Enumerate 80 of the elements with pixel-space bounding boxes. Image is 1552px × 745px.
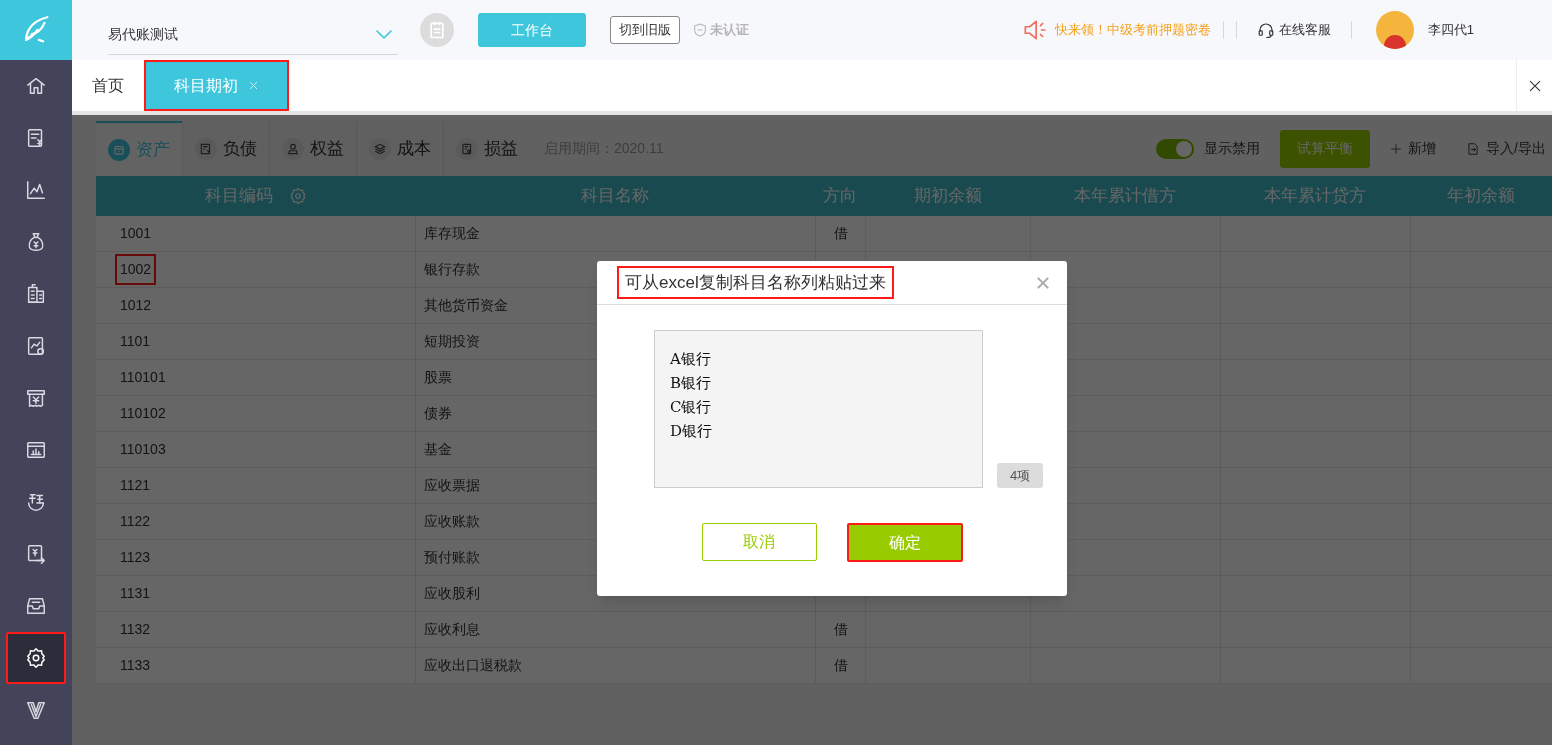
promo-link[interactable]: 快来领！中级考前押题密卷 (1054, 20, 1211, 40)
count-badge: 4项 (997, 463, 1043, 488)
name-cell-text: 基金 (424, 440, 452, 459)
line-chart-icon (25, 179, 47, 201)
column-header: 本年累计贷方 (1264, 185, 1366, 208)
shield-icon (692, 22, 708, 38)
v-logo-icon (25, 699, 47, 721)
document-icon (456, 137, 478, 160)
report-icon (25, 335, 47, 357)
chevron-down-icon (376, 29, 392, 40)
confirm-button[interactable]: 确定 (846, 523, 963, 562)
code-cell-text: 1001 (120, 224, 152, 243)
direction-cell-text: 借 (833, 224, 848, 243)
code-cell-text: 1131 (120, 584, 151, 603)
safe-icon (108, 138, 130, 161)
direction-cell-text: 借 (833, 656, 848, 675)
name-cell-text: 银行存款 (424, 260, 480, 279)
tax-icon (25, 491, 47, 513)
cancel-button[interactable]: 取消 (701, 523, 817, 561)
name-cell-text: 库存现金 (424, 224, 480, 243)
add-button[interactable]: 新增 (1390, 138, 1437, 159)
code-cell-text: 110101 (120, 368, 166, 387)
avatar[interactable] (1375, 11, 1414, 49)
code-cell-text: 1122 (120, 512, 151, 531)
workbench-button[interactable]: 工作台 (478, 13, 586, 47)
home-icon (25, 75, 47, 97)
code-cell-text: 1133 (120, 656, 151, 675)
name-cell-text: 其他货币资金 (424, 296, 508, 315)
name-cell-text: 应收账款 (424, 512, 480, 531)
column-header: 科目编码 (204, 185, 273, 208)
code-cell-text: 1121 (120, 476, 151, 495)
receipt-icon (25, 387, 47, 409)
name-cell-text: 债券 (424, 404, 452, 423)
column-header: 科目名称 (581, 185, 649, 208)
code-cell-text: 1101 (120, 332, 151, 351)
building-icon (25, 283, 47, 305)
support-link[interactable]: 在线客服 (1278, 20, 1331, 40)
code-cell-text: 110103 (120, 440, 166, 459)
name-cell-text: 应收股利 (424, 584, 480, 603)
code-cell-text: 1132 (120, 620, 151, 639)
close-icon (1035, 274, 1051, 291)
import-icon (1466, 141, 1481, 156)
column-header: 年初余额 (1447, 185, 1515, 208)
name-cell-text: 应收票据 (424, 476, 480, 495)
certification-status: 未认证 (710, 21, 749, 40)
name-cell-text: 股票 (424, 368, 452, 387)
name-cell-text: 应收利息 (424, 620, 480, 639)
old-version-button[interactable]: 切到旧版 (610, 16, 680, 44)
tray-icon (25, 595, 47, 617)
company-select[interactable]: 易代账测试 (108, 15, 398, 55)
trial-balance-button[interactable]: 试算平衡 (1280, 129, 1371, 168)
board-icon (25, 439, 47, 461)
person-icon (282, 137, 304, 160)
import-export-button[interactable]: 导入/导出 (1466, 138, 1546, 159)
name-cell-text: 预付账款 (424, 548, 480, 567)
code-cell-text: 1123 (120, 548, 151, 567)
code-cell: 1002 (115, 254, 157, 285)
column-header: 期初余额 (913, 185, 982, 208)
code-cell-text: 110102 (120, 404, 166, 423)
page-tab[interactable]: 首页 (72, 60, 144, 111)
column-header: 方向 (823, 185, 857, 208)
toggle-label: 显示禁用 (1204, 139, 1261, 158)
name-cell-text: 应收出口退税款 (424, 656, 522, 675)
direction-cell-text: 借 (833, 620, 848, 639)
dialog-title: 可从excel复制科目名称列粘贴过来 (617, 265, 894, 300)
name-cell-text: 短期投资 (424, 332, 480, 351)
headset-icon (1256, 21, 1275, 39)
page-tab[interactable]: 科目期初 (144, 60, 289, 111)
close-button[interactable] (1035, 274, 1051, 291)
layers-icon (369, 137, 391, 160)
settings-icon (25, 647, 47, 669)
paste-field[interactable]: A银行 B银行 C银行 D银行 (654, 330, 983, 488)
settings-icon (288, 187, 307, 205)
invoice-icon (195, 137, 217, 160)
column-header: 本年累计借方 (1074, 185, 1176, 208)
sidebar-item[interactable] (6, 632, 66, 684)
exchange-icon (25, 543, 47, 565)
code-cell-text: 1012 (120, 296, 152, 315)
user-name[interactable]: 李四代1 (1427, 20, 1474, 40)
plus-icon (1390, 142, 1403, 155)
